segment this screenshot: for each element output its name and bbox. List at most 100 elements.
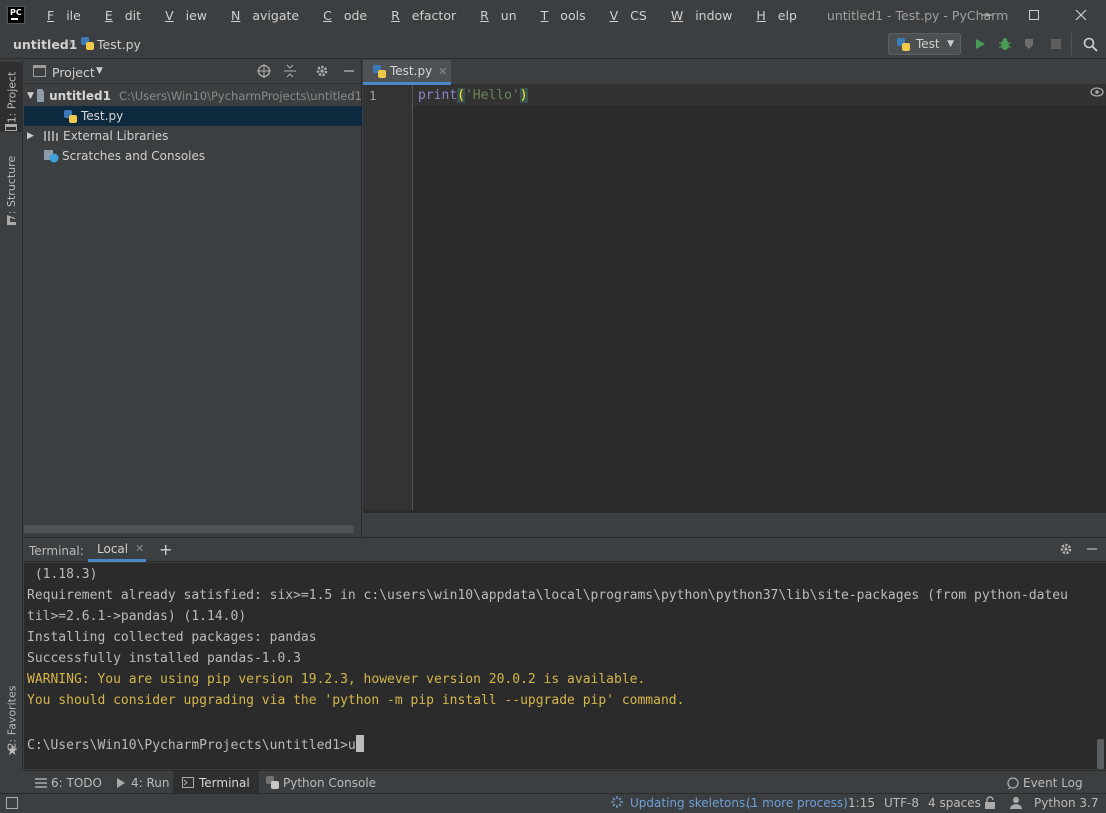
stop-icon [1051, 39, 1061, 49]
hide-terminal-button[interactable] [1085, 542, 1099, 559]
maximize-button[interactable] [1011, 0, 1057, 30]
coverage-icon [1025, 39, 1033, 49]
menu-refactor[interactable]: Refactor [379, 8, 468, 23]
stop-button[interactable] [1047, 35, 1065, 53]
gear-icon [1060, 543, 1072, 555]
close-tab-icon[interactable]: ✕ [438, 65, 447, 78]
project-view-select[interactable]: Project [52, 65, 95, 80]
expanded-arrow-icon[interactable]: ▼ [27, 91, 35, 101]
collapsed-arrow-icon[interactable]: ▶ [27, 131, 41, 141]
menu-help[interactable]: Help [744, 8, 809, 23]
python-interpreter[interactable]: Python 3.7 [1034, 796, 1099, 810]
editor-tab-test-py[interactable]: Test.py ✕ [363, 60, 451, 85]
terminal-line: Successfully installed pandas-1.0.3 [27, 651, 301, 666]
gear-icon [316, 65, 328, 77]
background-progress-text[interactable]: Updating skeletons... [630, 796, 757, 810]
menu-code[interactable]: Code [311, 8, 379, 23]
lock-icon[interactable] [984, 796, 996, 812]
editor-tab-bar: Test.py ✕ [363, 60, 1106, 85]
run-tool-tab[interactable]: 4: Run [107, 771, 179, 794]
menu-run[interactable]: Run [468, 8, 529, 23]
breadcrumb-file-label[interactable]: Test.py [97, 37, 141, 52]
project-settings-button[interactable] [315, 64, 329, 81]
menu-edit[interactable]: Edit [93, 8, 153, 23]
more-processes-link[interactable]: (1 more process) [746, 796, 848, 810]
terminal-tool-tab[interactable]: Terminal [173, 771, 259, 794]
crosshair-icon [257, 64, 271, 78]
bug-icon [999, 38, 1011, 50]
title-bar: PC File Edit View Navigate Code Refactor… [0, 0, 1106, 30]
tree-item-path: C:\Users\Win10\PycharmProjects\untitled1 [119, 89, 362, 103]
menu-window[interactable]: Window [659, 8, 745, 23]
minimize-button[interactable] [964, 0, 1010, 30]
new-terminal-tab-icon[interactable]: + [159, 540, 172, 559]
locate-file-button[interactable] [257, 64, 271, 81]
collapse-icon [284, 64, 296, 78]
pycharm-logo-icon: PC [7, 6, 25, 24]
horizontal-scrollbar[interactable] [24, 525, 354, 533]
minus-icon [1087, 548, 1097, 550]
editor-gutter: 1 [363, 85, 413, 510]
python-console-tool-tab[interactable]: Python Console [257, 771, 385, 794]
close-tab-icon[interactable]: ✕ [135, 542, 144, 555]
project-view-icon [33, 65, 46, 77]
menu-tools[interactable]: Tools [529, 8, 598, 23]
tree-item-label: Scratches and Consoles [62, 149, 206, 163]
collapse-all-button[interactable] [283, 64, 297, 81]
chevron-down-icon[interactable]: ▼ [96, 66, 103, 76]
favorites-star-icon[interactable]: ★ [6, 743, 19, 759]
progress-spinner-icon [610, 795, 624, 812]
run-button[interactable] [971, 35, 989, 53]
hide-panel-button[interactable] [342, 64, 356, 81]
run-configuration-select[interactable]: Test ▼ [888, 33, 961, 55]
tree-item-label: untitled1 [49, 89, 111, 103]
indent-setting[interactable]: 4 spaces [928, 796, 981, 810]
caret-position[interactable]: 1:15 [848, 796, 875, 810]
menu-view[interactable]: View [153, 8, 219, 23]
todo-tool-tab[interactable]: 6: TODO [26, 771, 111, 794]
run-with-coverage-button[interactable] [1021, 35, 1039, 53]
tool-windows-toggle-icon[interactable] [6, 797, 18, 809]
event-log-icon [1007, 776, 1019, 789]
menu-file[interactable]: File [35, 8, 93, 23]
status-bar: Updating skeletons... (1 more process) 1… [0, 793, 1106, 813]
menu-vcs[interactable]: V CS [598, 8, 659, 23]
bottom-tool-stripe: 6: TODO 4: Run Terminal Python Console E… [24, 770, 1106, 794]
line-number: 1 [369, 88, 377, 103]
terminal-prompt[interactable]: C:\Users\Win10\PycharmProjects\untitled1… [27, 735, 364, 753]
project-tool-tab[interactable]: 1: Project [0, 62, 23, 132]
search-everywhere-button[interactable] [1081, 35, 1099, 53]
python-file-icon [81, 37, 94, 50]
python-file-icon [373, 64, 386, 78]
close-window-button[interactable] [1058, 0, 1104, 30]
tree-item-test-py[interactable]: Test.py [24, 106, 362, 126]
code-editor[interactable]: 1 print('Hello') [363, 85, 1106, 513]
menu-navigate[interactable]: Navigate [219, 8, 311, 23]
terminal-icon [182, 777, 194, 788]
folder-icon [36, 88, 45, 102]
terminal-scrollbar[interactable] [1097, 739, 1104, 769]
reader-mode-button[interactable] [1090, 86, 1104, 101]
terminal-line: Installing collected packages: pandas [27, 630, 317, 645]
terminal-tab-local[interactable]: Local ✕ [88, 538, 146, 562]
debug-button[interactable] [996, 35, 1014, 53]
file-encoding[interactable]: UTF-8 [884, 796, 919, 810]
tree-item-project-root[interactable]: ▼ untitled1 C:\Users\Win10\PycharmProjec… [24, 86, 362, 106]
python-file-icon [64, 109, 77, 123]
terminal-output[interactable]: (1.18.3) Requirement already satisfied: … [24, 563, 1106, 769]
project-panel-header: Project ▼ [24, 60, 362, 84]
terminal-settings-button[interactable] [1059, 542, 1073, 559]
left-tool-stripe: 1: Project 7: Structure 2: Favorites [0, 60, 23, 770]
terminal-title: Terminal: [29, 544, 84, 558]
tree-item-scratches[interactable]: Scratches and Consoles [24, 146, 362, 166]
terminal-warning-line: WARNING: You are using pip version 19.2.… [27, 672, 646, 687]
code-paren: ) [519, 88, 528, 103]
code-string: 'Hello' [464, 88, 520, 103]
tree-item-external-libraries[interactable]: ▶ External Libraries [24, 126, 362, 146]
code-line-1[interactable]: print('Hello') [418, 88, 528, 103]
event-log-tool-tab[interactable]: Event Log [998, 771, 1092, 794]
python-icon [266, 776, 279, 789]
play-icon [976, 39, 985, 49]
inspector-icon[interactable] [1009, 796, 1023, 812]
menu-bar: File Edit View Navigate Code Refactor Ru… [35, 8, 809, 23]
